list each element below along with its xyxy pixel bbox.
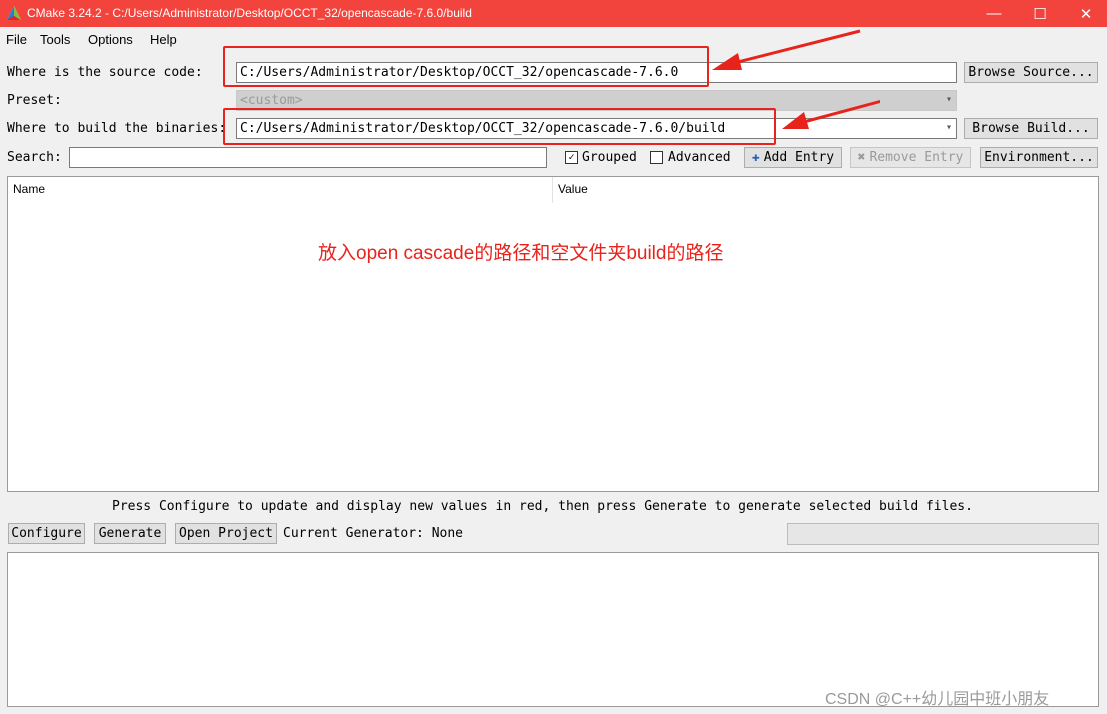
preset-label: Preset: (7, 93, 62, 108)
remove-entry-label: Remove Entry (869, 150, 964, 165)
build-label: Where to build the binaries: (7, 121, 227, 136)
watermark: CSDN @C++幼儿园中班小朋友 (825, 691, 1050, 708)
arrow-to-build (782, 99, 880, 129)
menu-tools[interactable]: Tools (40, 32, 70, 47)
annotation-box-source (223, 46, 709, 87)
advanced-label: Advanced (668, 150, 731, 165)
progress-bar (787, 523, 1099, 545)
menu-file[interactable]: File (6, 32, 27, 47)
search-label: Search: (7, 150, 62, 165)
open-project-button[interactable]: Open Project (175, 523, 277, 544)
plus-icon: ✚ (751, 150, 760, 165)
configure-button[interactable]: Configure (8, 523, 85, 544)
status-message: Press Configure to update and display ne… (112, 499, 973, 514)
browse-build-button[interactable]: Browse Build... (964, 118, 1098, 139)
annotation-text: 放入open cascade的路径和空文件夹build的路径 (318, 243, 724, 264)
column-header-value[interactable]: Value (553, 177, 1098, 203)
close-icon: ✕ (1079, 5, 1093, 23)
current-generator: Current Generator: None (283, 526, 464, 541)
window-title: CMake 3.24.2 - C:/Users/Administrator/De… (27, 6, 472, 20)
cache-table[interactable]: Name Value (7, 176, 1099, 492)
cmake-logo-icon (7, 6, 21, 20)
minimize-button[interactable]: — (971, 0, 1017, 27)
browse-source-button[interactable]: Browse Source... (964, 62, 1098, 83)
output-log[interactable] (7, 552, 1099, 707)
close-button[interactable]: ✕ (1063, 0, 1107, 27)
chevron-down-icon: ▾ (945, 94, 952, 105)
grouped-checkbox[interactable]: ✓ (565, 151, 578, 164)
preset-value: <custom> (240, 93, 303, 108)
remove-entry-button: ✖ Remove Entry (850, 147, 971, 168)
column-header-name[interactable]: Name (8, 177, 553, 203)
source-label: Where is the source code: (7, 65, 203, 80)
annotation-arrows (712, 29, 880, 129)
arrow-to-source (712, 29, 861, 70)
environment-button[interactable]: Environment... (980, 147, 1098, 168)
grouped-label: Grouped (582, 150, 637, 165)
menu-options[interactable]: Options (88, 32, 133, 47)
minimize-icon: — (986, 5, 1002, 22)
menu-help[interactable]: Help (150, 32, 177, 47)
remove-icon: ✖ (857, 150, 866, 165)
maximize-button[interactable]: ☐ (1017, 0, 1063, 27)
search-input[interactable] (69, 147, 547, 168)
add-entry-label: Add Entry (763, 150, 835, 165)
advanced-checkbox[interactable] (650, 151, 663, 164)
maximize-icon: ☐ (1033, 5, 1047, 23)
title-bar: CMake 3.24.2 - C:/Users/Administrator/De… (0, 0, 1107, 27)
chevron-down-icon[interactable]: ▾ (946, 122, 952, 133)
add-entry-button[interactable]: ✚ Add Entry (744, 147, 842, 168)
generate-button[interactable]: Generate (94, 523, 166, 544)
